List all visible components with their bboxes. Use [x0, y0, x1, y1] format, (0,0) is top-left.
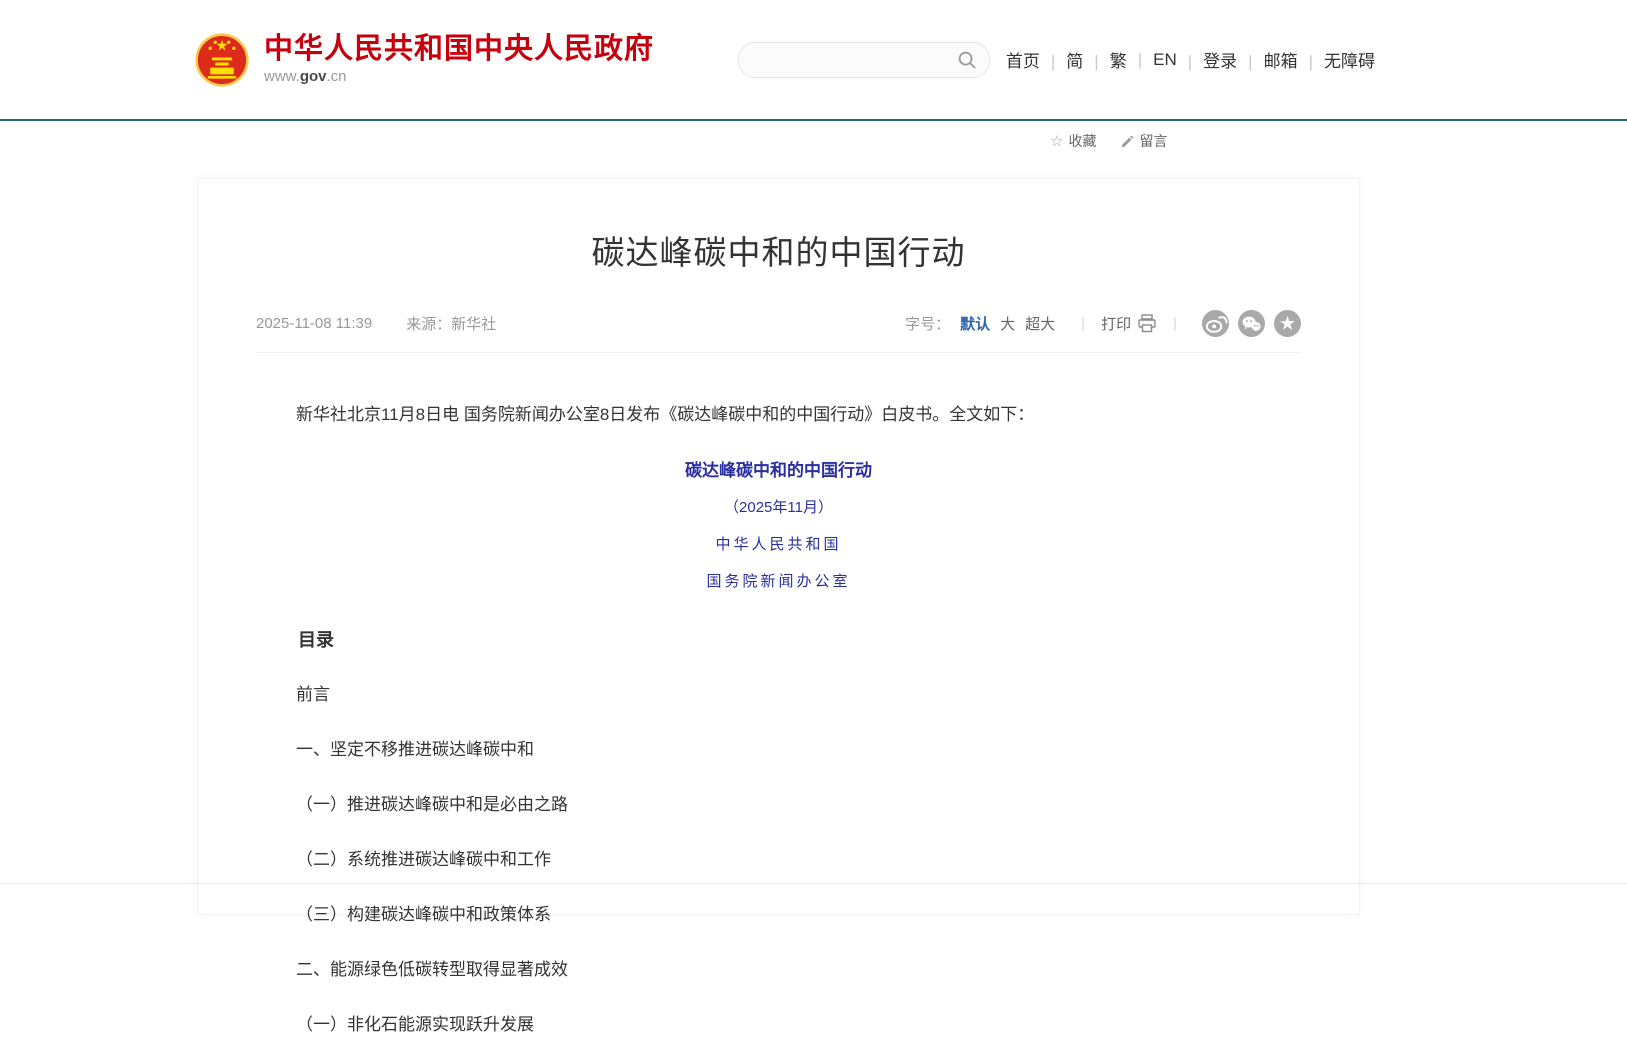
toc-item: （一）推进碳达峰碳中和是必由之路 [198, 791, 1359, 820]
nav-english[interactable]: EN [1127, 50, 1177, 70]
page-tools: ☆ 收藏 留言 [1050, 131, 1167, 151]
article-title: 碳达峰碳中和的中国行动 [198, 226, 1359, 274]
source: 来源：新华社 [406, 313, 496, 334]
national-emblem-icon [195, 33, 249, 87]
publish-date: 2025-11-08 11:39 [256, 315, 372, 332]
wechat-share-icon[interactable] [1238, 310, 1265, 337]
nav-simplified[interactable]: 简 [1040, 47, 1083, 72]
toc-item: （一）非化石能源实现跃升发展 [198, 1011, 1359, 1040]
document-title: 碳达峰碳中和的中国行动 [198, 456, 1359, 481]
favorite-button[interactable]: ☆ 收藏 [1050, 131, 1096, 151]
article-meta-bar: 2025-11-08 11:39 来源：新华社 字号： 默认 大 超大 打印 [256, 310, 1301, 353]
star-share-icon[interactable] [1274, 310, 1301, 337]
lead-paragraph: 新华社北京11月8日电 国务院新闻办公室8日发布《碳达峰碳中和的中国行动》白皮书… [198, 401, 1359, 430]
toc-item: 一、坚定不移推进碳达峰碳中和 [198, 736, 1359, 765]
font-size-large-button[interactable]: 大 [1000, 313, 1015, 334]
search-icon[interactable] [957, 50, 977, 70]
page-divider [0, 883, 1627, 884]
print-button[interactable]: 打印 [1101, 313, 1157, 334]
search-box [738, 42, 990, 78]
pen-icon [1120, 133, 1134, 150]
message-button[interactable]: 留言 [1120, 131, 1167, 151]
toc-item: （二）系统推进碳达峰碳中和工作 [198, 846, 1359, 875]
nav-mail[interactable]: 邮箱 [1237, 47, 1297, 72]
font-size-default-button[interactable]: 默认 [960, 313, 990, 334]
meta-divider [1173, 315, 1177, 332]
document-date-line: （2025年11月） [198, 496, 1359, 517]
toc-item: （三）构建碳达峰碳中和政策体系 [198, 901, 1359, 930]
toc-item: 前言 [198, 681, 1359, 710]
message-label: 留言 [1139, 131, 1167, 151]
toc-item: 二、能源绿色低碳转型取得显著成效 [198, 956, 1359, 985]
document-author-line-2: 国务院新闻办公室 [198, 570, 1359, 591]
top-nav: 首页 简 繁 EN 登录 邮箱 无障碍 [1006, 47, 1375, 72]
site-brand[interactable]: 中华人民共和国中央人民政府 www.gov.cn [195, 33, 654, 87]
font-size-xlarge-button[interactable]: 超大 [1025, 313, 1055, 334]
star-outline-icon: ☆ [1050, 134, 1063, 149]
site-header: 中华人民共和国中央人民政府 www.gov.cn 首页 简 繁 EN 登录 [0, 0, 1627, 121]
toc-heading: 目录 [198, 625, 1359, 656]
favorite-label: 收藏 [1068, 131, 1096, 151]
font-size-label: 字号： [905, 313, 950, 334]
search-input[interactable] [751, 51, 957, 69]
article-card: 碳达峰碳中和的中国行动 2025-11-08 11:39 来源：新华社 字号： … [197, 178, 1360, 915]
print-label: 打印 [1101, 313, 1131, 334]
nav-home[interactable]: 首页 [1006, 47, 1040, 72]
nav-login[interactable]: 登录 [1177, 47, 1237, 72]
nav-accessibility[interactable]: 无障碍 [1298, 47, 1375, 72]
document-author-line-1: 中华人民共和国 [198, 533, 1359, 554]
meta-divider [1081, 315, 1085, 332]
site-url[interactable]: www.gov.cn [264, 68, 654, 85]
weibo-share-icon[interactable] [1202, 310, 1229, 337]
nav-traditional[interactable]: 繁 [1083, 47, 1126, 72]
site-title: 中华人民共和国中央人民政府 [264, 34, 654, 66]
printer-icon [1137, 314, 1157, 333]
